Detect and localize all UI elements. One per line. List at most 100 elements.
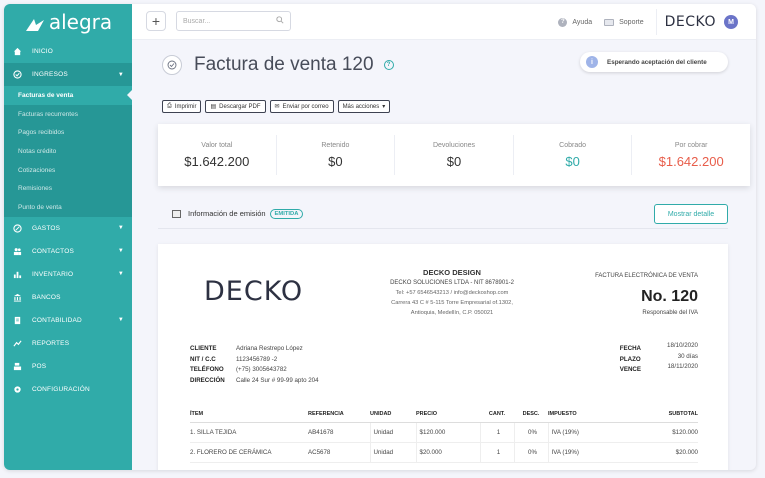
column-header: ÍTEM — [190, 406, 308, 423]
total-value: $0 — [565, 153, 580, 169]
sidebar-item-label: BANCOS — [32, 293, 61, 301]
alegra-logo[interactable]: alegra — [4, 4, 132, 40]
sidebar-item-label: INGRESOS — [32, 71, 68, 78]
client-label: CLIENTE — [190, 345, 217, 352]
submenu-facturas-recurrentes[interactable]: Facturas recurrentes — [4, 105, 132, 124]
show-detail-button[interactable]: Mostrar detalle — [654, 204, 728, 224]
alegra-logo-text: alegra — [48, 10, 113, 34]
total-cobrado: Cobrado $0 — [514, 135, 633, 175]
download-pdf-button[interactable]: ▤ Descargar PDF — [205, 100, 266, 113]
sidebar-item-ingresos[interactable]: INGRESOS ▼ — [4, 63, 132, 86]
item-qty: 1 — [479, 422, 514, 443]
invoice-number: No. 120 — [641, 288, 698, 305]
sidebar-item-inicio[interactable]: INICIO — [4, 40, 132, 63]
title-help-icon[interactable]: ? — [383, 60, 394, 70]
submenu-facturas-de-venta[interactable]: Facturas de venta — [4, 86, 132, 105]
sidebar-item-inventario[interactable]: INVENTARIO ▼ — [4, 263, 132, 286]
item-tax: IVA (19%) — [547, 442, 612, 463]
total-label: Por cobrar — [674, 141, 708, 149]
company-switcher[interactable]: DECKO M — [655, 9, 746, 35]
invoice-type: FACTURA ELECTRÓNICA DE VENTA — [595, 273, 698, 279]
client-label: NIT / C.C — [190, 355, 216, 363]
date-labels: FECHA PLAZO VENCE — [620, 341, 641, 376]
support-label: Soporte — [619, 18, 644, 26]
more-actions-button[interactable]: Más acciones ▾ — [337, 100, 391, 113]
sidebar-item-configuracion[interactable]: CONFIGURACIÓN — [4, 378, 132, 401]
info-icon: i — [586, 56, 598, 68]
search-input[interactable]: Buscar... — [176, 11, 291, 31]
chevron-down-icon: ▼ — [117, 317, 124, 324]
invoice-preview: DECKO DECKO DESIGN DECKO SOLUCIONES LTDA… — [158, 244, 728, 470]
sidebar: alegra INICIO INGRESOS ▼ Facturas de ven… — [4, 4, 132, 470]
item-name: 2. FLORERO DE CERÁMICA — [190, 442, 308, 463]
total-label: Cobrado — [559, 141, 586, 149]
item-tax: IVA (19%) — [547, 422, 612, 443]
plus-icon: + — [151, 13, 161, 29]
topbar: + Buscar... ? Ayuda Soporte DECKO M — [132, 4, 756, 40]
table-row: 2. FLORERO DE CERÁMICA AC5678 Unidad $20… — [190, 442, 698, 463]
total-value: $0 — [446, 153, 462, 169]
submenu-remisiones[interactable]: Remisiones — [4, 179, 132, 198]
document-icon — [172, 209, 181, 218]
sidebar-item-contabilidad[interactable]: CONTABILIDAD ▼ — [4, 309, 132, 332]
date-values: 18/10/2020 30 días 18/11/2020 — [667, 341, 698, 376]
items-table: ÍTEM REFERENCIA UNIDAD PRECIO CANT. DESC… — [190, 406, 698, 463]
column-header: SUBTOTAL — [612, 406, 698, 423]
company-name: DECKO DESIGN — [423, 268, 481, 277]
mail-icon — [604, 18, 615, 26]
item-price: $120.000 — [415, 422, 480, 443]
invoice-type-block: FACTURA ELECTRÓNICA DE VENTA No. 120 Res… — [595, 273, 698, 316]
table-row: 1. SILLA TEJIDA AB41678 Unidad $120.000 … — [190, 422, 698, 443]
submenu-cotizaciones[interactable]: Cotizaciones — [4, 161, 132, 180]
date-info: FECHA PLAZO VENCE 18/10/2020 30 días 18/… — [620, 341, 698, 376]
date-label: FECHA — [619, 345, 642, 352]
invoice-check-icon — [162, 55, 182, 75]
sidebar-item-reportes[interactable]: REPORTES — [4, 332, 132, 355]
emitted-badge: EMITIDA — [269, 208, 304, 219]
print-button[interactable]: ⎙ Imprimir — [162, 100, 202, 113]
submenu-notas-credito[interactable]: Notas crédito — [4, 142, 132, 161]
company-city: Antioquia, Medellín, C.P. 050021 — [410, 310, 494, 316]
submenu-punto-de-venta[interactable]: Punto de venta — [4, 198, 132, 217]
sidebar-item-contactos[interactable]: CONTACTOS ▼ — [4, 240, 132, 263]
item-price: $20.000 — [415, 442, 480, 463]
bank-icon — [13, 293, 22, 302]
sidebar-item-label: INICIO — [32, 48, 54, 55]
send-email-button[interactable]: ✉ Enviar por correo — [269, 100, 334, 113]
support-link[interactable]: Soporte — [604, 18, 644, 26]
date-label: VENCE — [619, 366, 642, 374]
contacts-icon — [13, 247, 22, 256]
main-content: Factura de venta 120 ? i Esperando acept… — [132, 40, 756, 470]
client-label: TELÉFONO — [190, 366, 224, 374]
sidebar-item-bancos[interactable]: BANCOS — [4, 286, 132, 309]
item-ref: AC5678 — [308, 442, 370, 463]
topbar-right: ? Ayuda Soporte DECKO M — [558, 4, 746, 40]
avatar[interactable]: M — [724, 15, 738, 29]
ingresos-submenu: Facturas de venta Facturas recurrentes P… — [4, 86, 132, 217]
action-toolbar: ⎙ Imprimir ▤ Descargar PDF ✉ Enviar por … — [162, 100, 391, 113]
help-link[interactable]: ? Ayuda — [558, 17, 593, 27]
sidebar-item-label: REPORTES — [32, 339, 70, 347]
total-value: $1.642.200 — [658, 153, 724, 169]
reports-icon — [13, 339, 22, 348]
sidebar-item-label: POS — [32, 362, 47, 370]
item-subtotal: $20.000 — [612, 442, 698, 463]
sidebar-item-gastos[interactable]: GASTOS ▼ — [4, 217, 132, 240]
total-por-cobrar: Por cobrar $1.642.200 — [632, 135, 750, 175]
help-label: Ayuda — [572, 18, 593, 26]
mail-icon: ✉ — [274, 104, 280, 110]
invoice-logo: DECKO — [204, 276, 304, 307]
submenu-pagos-recibidos[interactable]: Pagos recibidos — [4, 123, 132, 142]
sidebar-item-pos[interactable]: POS — [4, 355, 132, 378]
column-header: REFERENCIA — [308, 406, 370, 423]
date-value: 30 días — [677, 352, 698, 360]
column-header: DESC. — [514, 406, 548, 423]
add-button[interactable]: + — [146, 11, 166, 31]
column-header: UNIDAD — [370, 406, 416, 423]
status-badge: i Esperando aceptación del cliente — [580, 52, 728, 72]
company-tel: Tel: +57 6546543213 / info@deckoshop.com — [395, 290, 509, 296]
print-label: Imprimir — [174, 103, 197, 110]
sidebar-item-label: GASTOS — [32, 224, 61, 232]
total-label: Devoluciones — [432, 141, 475, 149]
sidebar-item-label: INVENTARIO — [32, 270, 74, 278]
